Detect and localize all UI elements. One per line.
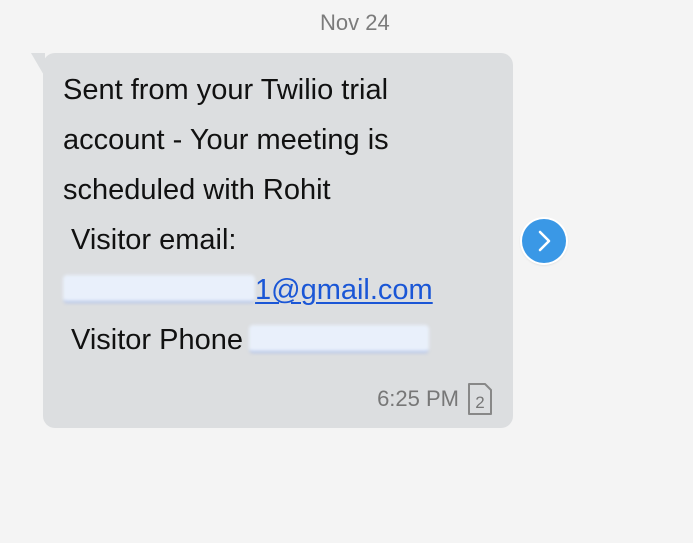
date-header: Nov 24 — [320, 10, 390, 35]
email-suffix[interactable]: 1@gmail.com — [255, 274, 433, 306]
message-bubble[interactable]: Sent from your Twilio trial account - Yo… — [31, 53, 513, 428]
forward-button[interactable] — [522, 219, 566, 263]
forward-arrow-icon — [538, 230, 551, 252]
message-time: 6:25 PM — [377, 386, 459, 411]
message-text: Sent from your Twilio trial account - Yo… — [63, 65, 503, 365]
visitor-email-link[interactable]: 1@gmail.com — [63, 265, 503, 315]
redacted-phone[interactable] — [248, 325, 429, 353]
message-line: Sent from your Twilio trial — [63, 74, 389, 106]
bubble-tail — [31, 53, 45, 77]
visitor-phone-label: Visitor Phone — [71, 324, 243, 356]
visitor-email-label: Visitor email: — [71, 224, 237, 256]
sim-slot-number: 2 — [475, 393, 484, 412]
redacted-email — [63, 275, 255, 303]
message-line: account - Your meeting is — [63, 124, 389, 156]
message-meta: 6:25 PM 2 — [377, 382, 493, 416]
visitor-phone-line: Visitor Phone — [63, 315, 503, 365]
message-line: scheduled with Rohit — [63, 174, 331, 206]
sim-card-icon: 2 — [468, 383, 492, 415]
